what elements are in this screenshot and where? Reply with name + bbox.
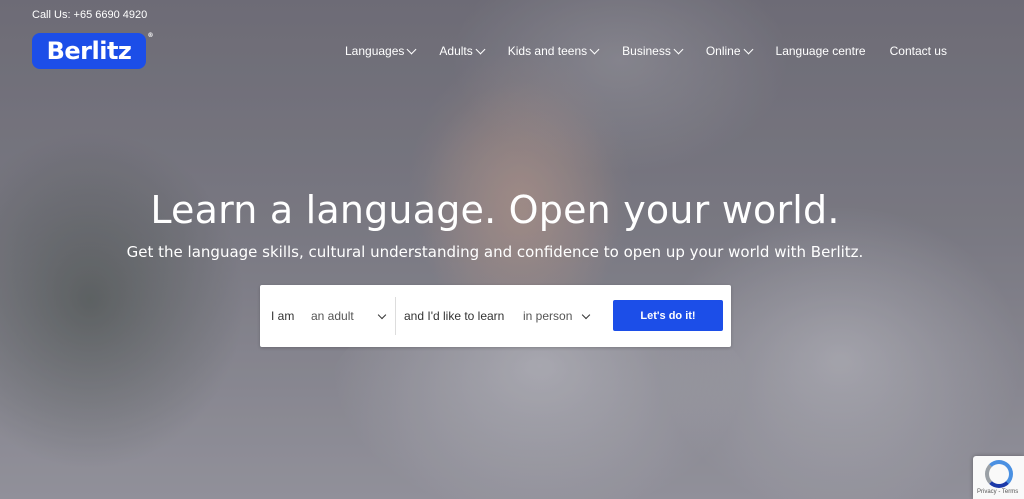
chevron-down-icon — [377, 310, 387, 319]
hero-title: Learn a language. Open your world. — [150, 188, 840, 232]
nav-label: Adults — [439, 44, 473, 58]
chevron-down-icon — [581, 310, 591, 319]
nav-label: Online — [705, 44, 741, 58]
form-divider — [395, 297, 396, 335]
mode-select[interactable]: in person — [523, 307, 591, 325]
nav-online[interactable]: Online — [705, 44, 753, 58]
nav-label: Business — [622, 44, 671, 58]
learn-label: and I'd like to learn — [404, 309, 505, 323]
nav-label: Contact us — [889, 44, 947, 58]
registered-mark: ® — [147, 32, 154, 39]
nav-label: Language centre — [775, 44, 866, 58]
audience-select-value: an adult — [311, 309, 354, 323]
nav-label: Kids and teens — [507, 44, 588, 58]
main-nav: Languages Adults Kids and teens Business… — [345, 43, 947, 59]
i-am-label: I am — [271, 309, 295, 323]
chevron-down-icon — [743, 44, 753, 54]
chevron-down-icon — [673, 44, 684, 54]
nav-contact-us[interactable]: Contact us — [890, 44, 947, 58]
nav-languages[interactable]: Languages — [345, 44, 417, 58]
chevron-down-icon — [589, 44, 600, 54]
course-finder-form: I am an adult and I'd like to learn in p… — [260, 285, 731, 347]
audience-select[interactable]: an adult — [311, 307, 387, 325]
nav-label: Languages — [345, 44, 405, 58]
lets-do-it-button[interactable]: Let's do it! — [613, 300, 723, 331]
nav-language-centre[interactable]: Language centre — [776, 44, 866, 58]
recaptcha-icon — [985, 460, 1013, 488]
recaptcha-badge[interactable]: Privacy - Terms — [973, 456, 1024, 499]
chevron-down-icon — [406, 44, 417, 54]
nav-business[interactable]: Business — [622, 44, 684, 58]
logo-text: Berlitz — [46, 37, 132, 65]
nav-kids-and-teens[interactable]: Kids and teens — [507, 44, 600, 58]
recaptcha-links[interactable]: Privacy - Terms — [977, 489, 1018, 495]
hero-subtitle: Get the language skills, cultural unders… — [126, 243, 864, 261]
phone-number[interactable]: Call Us: +65 6690 4920 — [32, 9, 147, 21]
nav-adults[interactable]: Adults — [439, 44, 486, 58]
chevron-down-icon — [475, 44, 486, 54]
mode-select-value: in person — [523, 309, 573, 323]
berlitz-logo[interactable]: Berlitz ® — [32, 32, 153, 69]
